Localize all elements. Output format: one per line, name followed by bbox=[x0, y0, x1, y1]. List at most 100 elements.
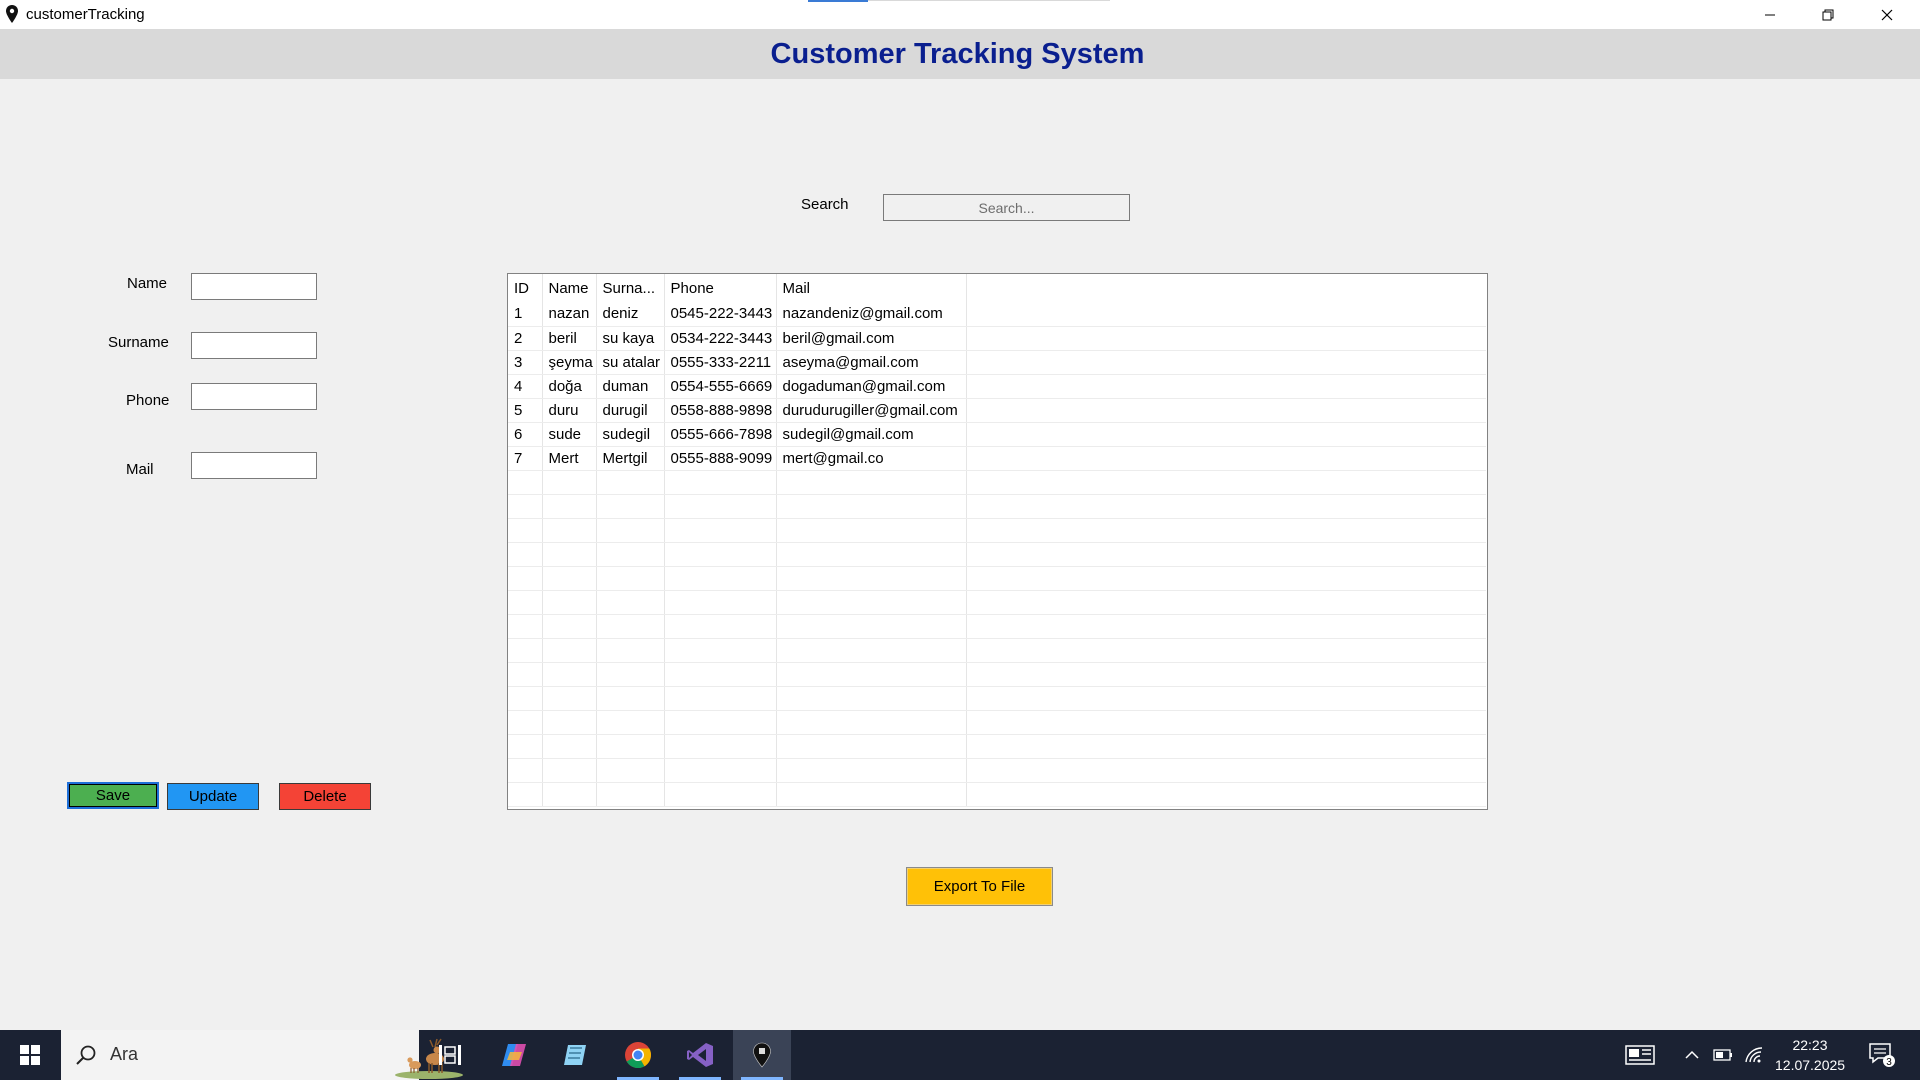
cell-name[interactable]: Mert bbox=[542, 446, 597, 471]
table-row[interactable]: 3 şeyma su atalar 0555-333-2211 aseyma@gmail… bbox=[508, 350, 1486, 375]
grid-header-row: ID Name Surna... Phone Mail bbox=[508, 274, 1486, 302]
notifications-button[interactable]: 3 bbox=[1862, 1030, 1902, 1080]
cell-id[interactable]: 3 bbox=[508, 350, 543, 375]
cell-name[interactable]: duru bbox=[542, 398, 597, 423]
cell-phone[interactable]: 0534-222-3443 bbox=[664, 326, 777, 351]
cell-mail[interactable]: beril@gmail.com bbox=[776, 326, 967, 351]
table-row[interactable]: 4 doğa duman 0554-555-6669 dogaduman@gmail.c… bbox=[508, 374, 1486, 399]
cell-surname[interactable]: duman bbox=[596, 374, 665, 399]
column-header-name[interactable]: Name bbox=[542, 274, 597, 302]
empty-cell bbox=[776, 542, 967, 567]
news-widget-button[interactable] bbox=[1620, 1030, 1660, 1080]
table-row[interactable]: 6 sude sudegil 0555-666-7898 sudegil@gmail.c… bbox=[508, 422, 1486, 447]
export-to-file-button[interactable]: Export To File bbox=[906, 867, 1053, 906]
table-row[interactable]: 2 beril su kaya 0534-222-3443 beril@gmail.co… bbox=[508, 326, 1486, 351]
empty-cell bbox=[508, 470, 543, 495]
customer-grid[interactable]: ID Name Surna... Phone Mail 1 nazan deniz 0… bbox=[507, 273, 1488, 810]
update-button[interactable]: Update bbox=[167, 783, 259, 810]
start-button[interactable] bbox=[0, 1030, 60, 1080]
cell-mail[interactable]: durudurugiller@gmail.com bbox=[776, 398, 967, 423]
cell-surname[interactable]: Mertgil bbox=[596, 446, 665, 471]
cell-id[interactable]: 1 bbox=[508, 302, 543, 327]
phone-input[interactable] bbox=[191, 383, 317, 410]
minimize-button[interactable] bbox=[1741, 0, 1799, 29]
cell-name[interactable]: şeyma bbox=[542, 350, 597, 375]
cell-name[interactable]: doğa bbox=[542, 374, 597, 399]
cell-id[interactable]: 6 bbox=[508, 422, 543, 447]
taskbar-search-text: Ara bbox=[110, 1044, 139, 1064]
cell-name[interactable]: nazan bbox=[542, 302, 597, 327]
copilot-button[interactable] bbox=[485, 1030, 543, 1080]
save-button[interactable]: Save bbox=[67, 782, 159, 809]
empty-cell bbox=[508, 782, 543, 807]
empty-cell bbox=[966, 638, 1486, 663]
empty-cell bbox=[776, 494, 967, 519]
cell-phone[interactable]: 0558-888-9898 bbox=[664, 398, 777, 423]
cell-id[interactable]: 4 bbox=[508, 374, 543, 399]
file-explorer-button[interactable] bbox=[546, 1030, 604, 1080]
cell-id[interactable]: 2 bbox=[508, 326, 543, 351]
cell-surname[interactable]: sudegil bbox=[596, 422, 665, 447]
chrome-button[interactable] bbox=[609, 1030, 667, 1080]
empty-table-row bbox=[508, 638, 1486, 663]
cell-surname[interactable]: su kaya bbox=[596, 326, 665, 351]
cell-mail[interactable]: dogaduman@gmail.com bbox=[776, 374, 967, 399]
column-header-filler bbox=[966, 274, 1486, 302]
empty-cell bbox=[542, 518, 597, 543]
table-row[interactable]: 5 duru durugil 0558-888-9898 durudurugiller@… bbox=[508, 398, 1486, 423]
cell-mail[interactable]: nazandeniz@gmail.com bbox=[776, 302, 967, 327]
empty-cell bbox=[664, 758, 777, 783]
empty-cell bbox=[776, 638, 967, 663]
close-button[interactable] bbox=[1858, 0, 1916, 29]
table-row[interactable]: 7 Mert Mertgil 0555-888-9099 mert@gmail.co bbox=[508, 446, 1486, 471]
cell-phone[interactable]: 0555-333-2211 bbox=[664, 350, 777, 375]
cell-name[interactable]: beril bbox=[542, 326, 597, 351]
cell-mail[interactable]: aseyma@gmail.com bbox=[776, 350, 967, 375]
column-header-mail[interactable]: Mail bbox=[776, 274, 967, 302]
copilot-icon bbox=[502, 1044, 526, 1066]
clock-time: 22:23 bbox=[1792, 1037, 1828, 1053]
cell-phone[interactable]: 0545-222-3443 bbox=[664, 302, 777, 327]
empty-cell bbox=[664, 734, 777, 759]
task-view-button[interactable] bbox=[421, 1030, 479, 1080]
empty-cell bbox=[664, 638, 777, 663]
phone-label: Phone bbox=[126, 392, 170, 409]
column-header-phone[interactable]: Phone bbox=[664, 274, 777, 302]
cell-phone[interactable]: 0555-888-9099 bbox=[664, 446, 777, 471]
news-icon bbox=[1625, 1045, 1655, 1065]
customer-tracking-taskbar-button[interactable] bbox=[733, 1030, 791, 1080]
show-hidden-icons-button[interactable] bbox=[1680, 1030, 1704, 1080]
wifi-indicator[interactable] bbox=[1740, 1030, 1768, 1080]
name-input[interactable] bbox=[191, 273, 317, 300]
visual-studio-button[interactable] bbox=[671, 1030, 729, 1080]
mail-input[interactable] bbox=[191, 452, 317, 479]
empty-cell bbox=[664, 662, 777, 687]
delete-button[interactable]: Delete bbox=[279, 783, 371, 810]
table-row[interactable]: 1 nazan deniz 0545-222-3443 nazandeniz@gmail… bbox=[508, 302, 1486, 327]
empty-cell bbox=[542, 494, 597, 519]
empty-cell bbox=[596, 710, 665, 735]
empty-cell bbox=[508, 542, 543, 567]
restore-button[interactable] bbox=[1799, 0, 1857, 29]
empty-cell bbox=[508, 614, 543, 639]
column-header-id[interactable]: ID bbox=[508, 274, 543, 302]
cell-mail[interactable]: mert@gmail.co bbox=[776, 446, 967, 471]
surname-input[interactable] bbox=[191, 332, 317, 359]
cell-surname[interactable]: su atalar bbox=[596, 350, 665, 375]
cell-surname[interactable]: durugil bbox=[596, 398, 665, 423]
cell-surname[interactable]: deniz bbox=[596, 302, 665, 327]
empty-cell bbox=[966, 542, 1486, 567]
search-input[interactable] bbox=[883, 194, 1130, 221]
cell-id[interactable]: 5 bbox=[508, 398, 543, 423]
cell-phone[interactable]: 0555-666-7898 bbox=[664, 422, 777, 447]
cell-mail[interactable]: sudegil@gmail.com bbox=[776, 422, 967, 447]
cell-name[interactable]: sude bbox=[542, 422, 597, 447]
cell-id[interactable]: 7 bbox=[508, 446, 543, 471]
clock[interactable]: 22:23 12.07.2025 bbox=[1775, 1035, 1845, 1075]
empty-cell bbox=[596, 758, 665, 783]
empty-cell bbox=[542, 470, 597, 495]
cell-phone[interactable]: 0554-555-6669 bbox=[664, 374, 777, 399]
battery-indicator[interactable] bbox=[1710, 1030, 1736, 1080]
taskbar-search-box[interactable]: Ara bbox=[61, 1030, 463, 1080]
column-header-surname[interactable]: Surna... bbox=[596, 274, 665, 302]
